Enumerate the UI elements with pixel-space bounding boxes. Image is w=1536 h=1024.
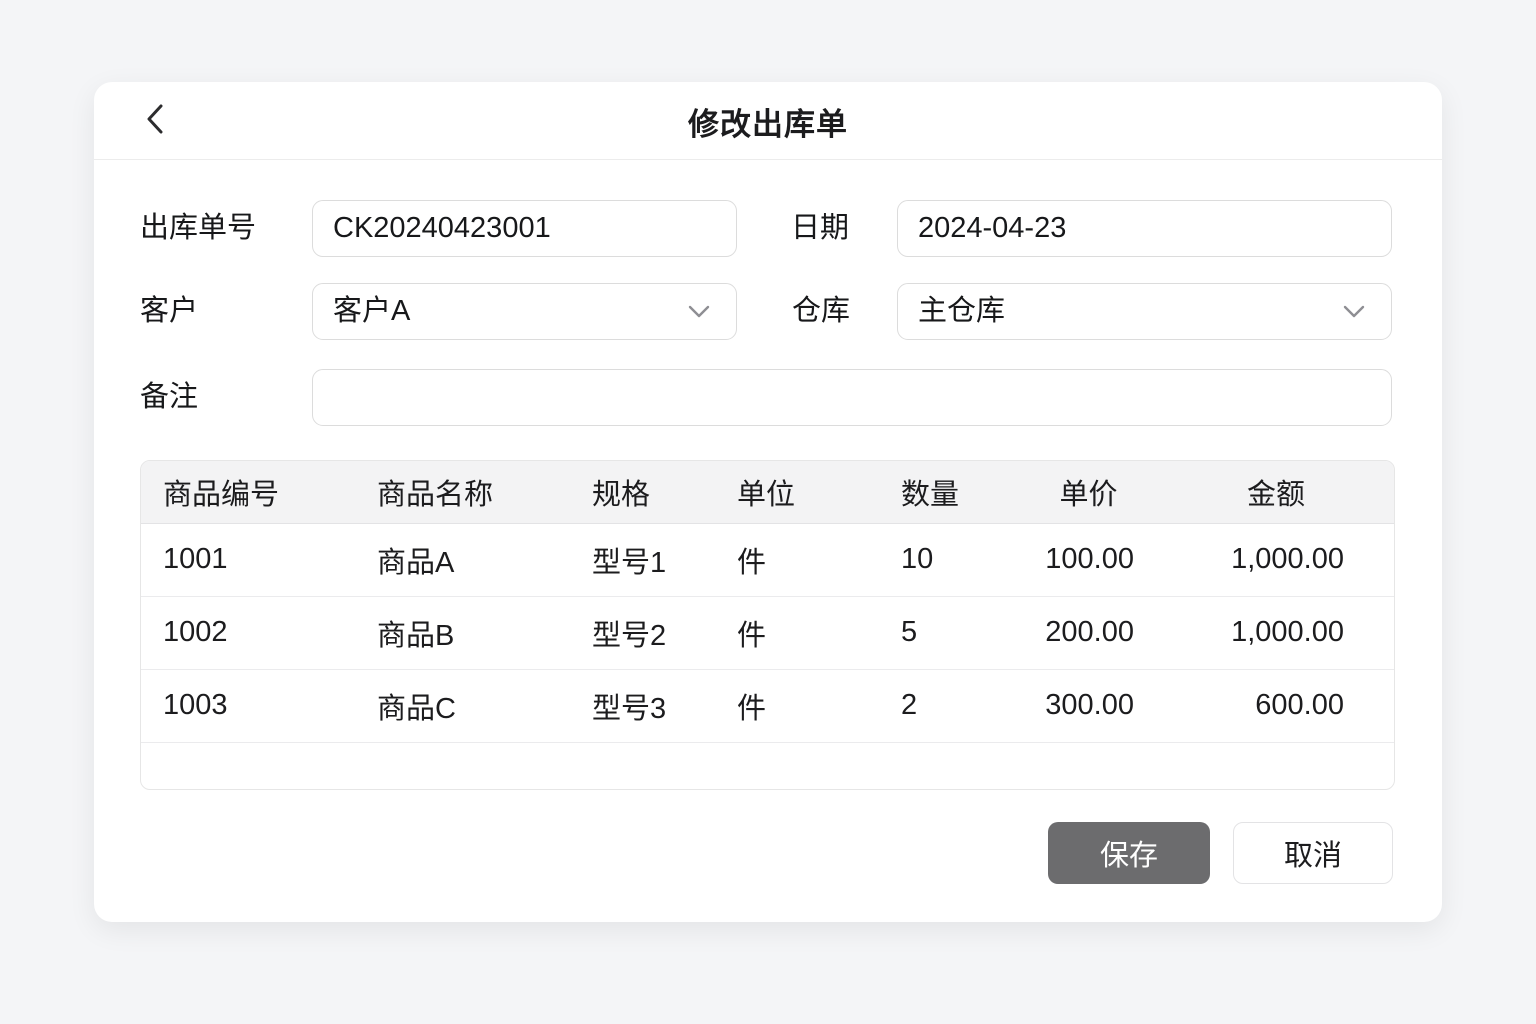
- column-header: 单位: [721, 461, 881, 524]
- order-no-label: 出库单号: [140, 212, 257, 244]
- remark-label: 备注: [140, 381, 199, 413]
- column-header: 商品名称: [361, 461, 576, 524]
- table-cell: 1,000.00: [1156, 596, 1394, 670]
- table-header-row: 商品编号 商品名称 规格 单位 数量 单价 金额: [141, 461, 1394, 524]
- chevron-down-icon: [686, 303, 712, 321]
- items-table: 商品编号 商品名称 规格 单位 数量 单价 金额 1001 商品A 型号1 件 10 100.00 1,…: [140, 460, 1395, 790]
- table-cell: 型号1: [576, 523, 721, 597]
- remark-input[interactable]: [312, 369, 1392, 426]
- date-input[interactable]: [897, 200, 1392, 257]
- chevron-down-icon: [1341, 303, 1367, 321]
- column-header: 规格: [576, 461, 721, 524]
- table-cell: 100.00: [1021, 523, 1156, 597]
- warehouse-select[interactable]: 主仓库: [897, 283, 1392, 340]
- table-cell: 件: [721, 596, 881, 670]
- table-cell: 200.00: [1021, 596, 1156, 670]
- column-header: 数量: [881, 461, 1021, 524]
- date-label: 日期: [791, 212, 850, 244]
- table-cell: 商品C: [361, 669, 576, 743]
- table-cell: 1001: [141, 523, 361, 597]
- table-row: 1001 商品A 型号1 件 10 100.00 1,000.00: [141, 523, 1394, 597]
- table-cell: 600.00: [1156, 669, 1394, 743]
- table-cell: 型号2: [576, 596, 721, 670]
- table-cell: 件: [721, 523, 881, 597]
- table-cell: 10: [881, 523, 1021, 597]
- customer-select[interactable]: 客户A: [312, 283, 737, 340]
- table-cell: 1,000.00: [1156, 523, 1394, 597]
- column-header: 商品编号: [141, 461, 361, 524]
- table-cell: 1002: [141, 596, 361, 670]
- save-button[interactable]: 保存: [1048, 822, 1210, 884]
- table-row: 1002 商品B 型号2 件 5 200.00 1,000.00: [141, 596, 1394, 670]
- column-header: 金额: [1156, 461, 1394, 524]
- table-cell: 型号3: [576, 669, 721, 743]
- edit-outbound-order-dialog: 修改出库单 出库单号 日期 客户 客户A 仓库 主仓库 备注: [94, 82, 1442, 922]
- chevron-left-icon: [142, 102, 168, 141]
- table-body: 1001 商品A 型号1 件 10 100.00 1,000.00 1002 商品B 型号2 件 5 2…: [141, 523, 1394, 743]
- page-title: 修改出库单: [688, 106, 848, 142]
- table-cell: 商品B: [361, 596, 576, 670]
- table-cell: 商品A: [361, 523, 576, 597]
- cancel-button[interactable]: 取消: [1233, 822, 1393, 884]
- order-no-input[interactable]: [312, 200, 737, 257]
- table-cell: 5: [881, 596, 1021, 670]
- table-row: 1003 商品C 型号3 件 2 300.00 600.00: [141, 669, 1394, 743]
- table-cell: 2: [881, 669, 1021, 743]
- back-button[interactable]: [134, 100, 176, 142]
- table-cell: 300.00: [1021, 669, 1156, 743]
- table-cell: 1003: [141, 669, 361, 743]
- dialog-header: 修改出库单: [94, 82, 1442, 160]
- column-header: 单价: [1021, 461, 1156, 524]
- table-cell: 件: [721, 669, 881, 743]
- customer-label: 客户: [140, 295, 199, 327]
- warehouse-select-value: 主仓库: [918, 295, 1006, 327]
- warehouse-label: 仓库: [792, 295, 851, 327]
- customer-select-value: 客户A: [333, 295, 411, 327]
